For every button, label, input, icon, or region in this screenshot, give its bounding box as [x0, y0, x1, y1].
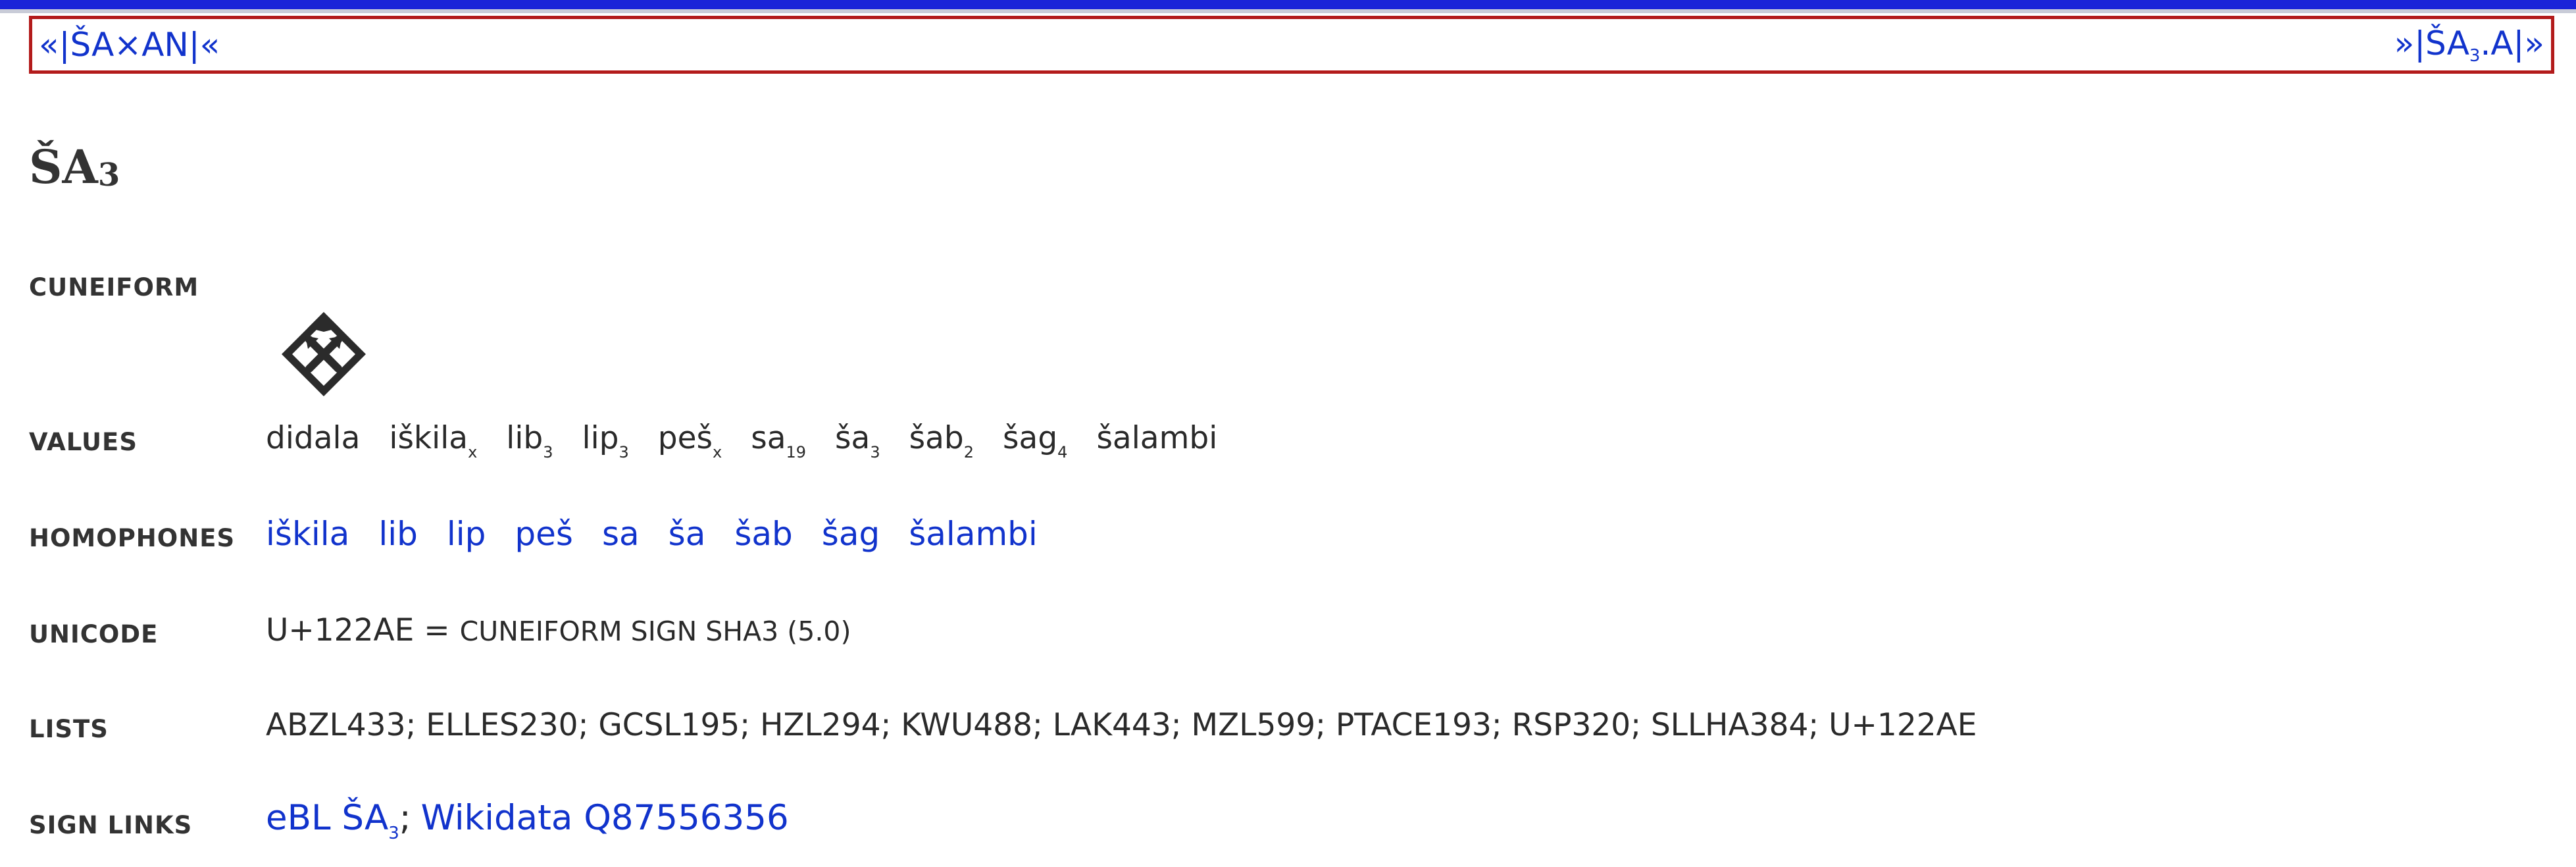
page-title-text: ŠA [29, 140, 98, 194]
top-color-bar [0, 0, 2576, 9]
homophone-link[interactable]: šab [734, 515, 792, 553]
sign-links-separator: ; [399, 798, 411, 838]
value-subscript: 19 [786, 443, 807, 461]
value-subscript: x [468, 443, 478, 461]
value-item: lip3 [582, 420, 629, 461]
unicode-sign-name: CUNEIFORM SIGN SHA3 (5.0) [459, 616, 851, 647]
homophone-link[interactable]: šag [822, 515, 880, 553]
page-title-subscript: 3 [97, 157, 120, 194]
homophone-link[interactable]: šalambi [909, 515, 1038, 553]
sign-links-list: eBL ŠA3; Wikidata Q87556356 [266, 798, 789, 843]
value-text: šalambi [1096, 420, 1218, 456]
ebl-link[interactable]: eBL ŠA3 [266, 798, 399, 843]
value-item: didala [266, 420, 360, 456]
homophone-link[interactable]: lib [378, 515, 418, 553]
prev-sign-link[interactable]: |ŠA×AN| [59, 26, 200, 64]
value-subscript: 2 [963, 443, 974, 461]
prev-arrow-link[interactable]: « [39, 26, 59, 64]
prev-sign-nav: «|ŠA×AN|« [39, 26, 220, 64]
value-item: lib3 [506, 420, 553, 461]
value-subscript: 3 [619, 443, 629, 461]
values-label: VALUES [29, 428, 138, 456]
value-text: didala [266, 420, 361, 456]
cuneiform-label: CUNEIFORM [29, 273, 199, 302]
value-subscript: 4 [1057, 443, 1068, 461]
homophones-list: iškila lib lip peš sa ša šab šag šalambi [266, 515, 1067, 553]
unicode-value: U+122AE = CUNEIFORM SIGN SHA3 (5.0) [266, 612, 851, 648]
homophone-link[interactable]: ša [669, 515, 706, 553]
value-text: šag [1003, 420, 1058, 456]
cuneiform-sha3-icon [282, 312, 366, 396]
unicode-label: UNICODE [29, 620, 159, 648]
lists-value: ABZL433; ELLES230; GCSL195; HZL294; KWU4… [266, 707, 1977, 743]
value-item: šalambi [1096, 420, 1217, 456]
page-title: ŠA3 [29, 140, 120, 194]
ebl-link-text: eBL ŠA [266, 798, 389, 838]
value-text: iškila [389, 420, 468, 456]
value-text: lip [582, 420, 619, 456]
homophone-link[interactable]: peš [515, 515, 573, 553]
wikidata-link[interactable]: Wikidata Q87556356 [421, 798, 789, 838]
next-sign-nav: »|ŠA3.A|» [2394, 24, 2544, 66]
value-text: šab [909, 420, 964, 456]
value-item: pešx [657, 420, 722, 461]
value-item: iškilax [389, 420, 477, 461]
prev-arrow-link-right[interactable]: « [200, 26, 220, 64]
ebl-link-subscript: 3 [388, 824, 399, 843]
next-sign-subscript: 3 [2469, 45, 2481, 66]
lists-label: LISTS [29, 715, 109, 743]
top-bar-divider [0, 9, 2576, 13]
value-item: šag4 [1003, 420, 1067, 461]
next-arrow-link[interactable]: » [2524, 24, 2544, 63]
next-arrow-link-left[interactable]: » [2394, 24, 2415, 63]
homophone-link[interactable]: iškila [266, 515, 349, 553]
value-subscript: x [713, 443, 722, 461]
next-sign-link[interactable]: |ŠA3.A| [2414, 24, 2525, 66]
values-list: didala iškilax lib3 lip3 pešx sa19 ša3 šab2 šag4… [266, 420, 1246, 461]
value-text: peš [657, 420, 713, 456]
value-item: šab2 [909, 420, 974, 461]
sign-navigation-bar: «|ŠA×AN|« »|ŠA3.A|» [29, 16, 2554, 74]
value-text: ša [835, 420, 871, 456]
homophones-label: HOMOPHONES [29, 524, 236, 552]
homophone-link[interactable]: sa [602, 515, 640, 553]
value-text: sa [751, 420, 786, 456]
value-text: lib [506, 420, 543, 456]
unicode-codepoint: U+122AE = [266, 612, 450, 648]
value-subscript: 3 [870, 443, 880, 461]
next-sign-label-suffix: .A| [2480, 24, 2525, 63]
value-subscript: 3 [543, 443, 553, 461]
value-item: sa19 [751, 420, 806, 461]
value-item: ša3 [835, 420, 880, 461]
sign-links-label: SIGN LINKS [29, 811, 193, 839]
homophone-link[interactable]: lip [447, 515, 486, 553]
next-sign-label: |ŠA [2414, 24, 2469, 63]
